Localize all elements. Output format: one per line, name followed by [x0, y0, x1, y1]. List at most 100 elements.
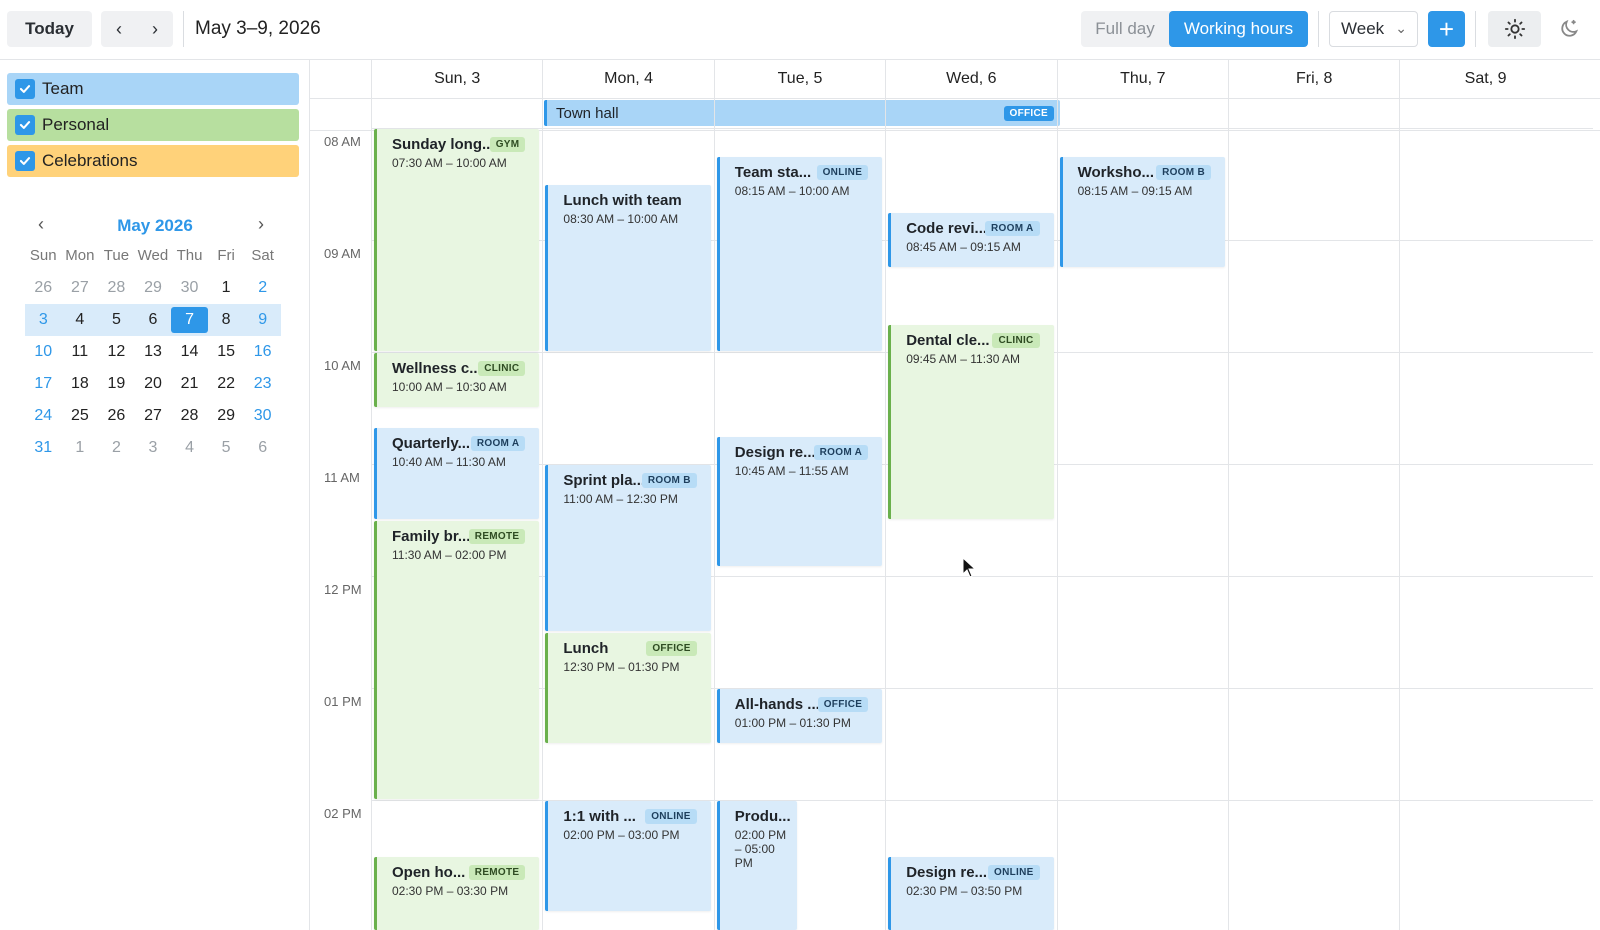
mini-day-cell[interactable]: 9: [244, 307, 281, 333]
view-select[interactable]: Week ⌄: [1329, 11, 1418, 47]
calendar-event[interactable]: Lunch 12:30 PM – 01:30 PM OFFICE: [545, 633, 711, 743]
event-time: 10:40 AM – 11:30 AM: [392, 455, 506, 470]
mini-day-cell[interactable]: 4: [171, 435, 208, 461]
mini-day-cell[interactable]: 13: [135, 339, 172, 365]
mini-day-cell[interactable]: 3: [25, 307, 62, 333]
checkbox-checked-icon[interactable]: [15, 151, 35, 171]
day-header[interactable]: Sat, 9: [1399, 60, 1570, 98]
next-week-button[interactable]: ›: [137, 11, 173, 47]
calendar-event[interactable]: Design re... 02:30 PM – 03:50 PM ONLINE: [888, 857, 1054, 930]
event-tag: GYM: [489, 137, 526, 152]
mini-calendar-grid: Sun Mon Tue Wed Thu Fri Sat 26 27 28 29 30 1 2 3 4 5 6 7 8 9…: [25, 240, 281, 464]
event-tag: REMOTE: [468, 529, 526, 544]
calendar-event[interactable]: Quarterly... 10:40 AM – 11:30 AM ROOM A: [374, 428, 540, 519]
event-time: 08:15 AM – 09:15 AM: [1077, 184, 1193, 198]
mini-day-cell[interactable]: 6: [244, 435, 281, 461]
mini-day-cell[interactable]: 30: [244, 403, 281, 429]
mini-day-cell[interactable]: 29: [135, 275, 172, 301]
mini-day-cell[interactable]: 2: [98, 435, 135, 461]
calendar-event[interactable]: Worksho... 08:15 AM – 09:15 AM ROOM B: [1059, 157, 1225, 267]
mini-day-cell[interactable]: 12: [98, 339, 135, 365]
calendar-event[interactable]: Family br... 11:30 AM – 02:00 PM REMOTE: [374, 521, 540, 799]
event-time: 10:00 AM – 10:30 AM: [392, 380, 507, 394]
event-time: 11:30 AM – 02:00 PM: [392, 548, 507, 562]
mini-day-cell[interactable]: 27: [62, 275, 99, 301]
add-event-button[interactable]: +: [1428, 11, 1465, 47]
calendar-item-team[interactable]: Team: [7, 73, 299, 105]
mini-day-cell[interactable]: 28: [171, 403, 208, 429]
calendar-item-celebrations[interactable]: Celebrations: [7, 145, 299, 177]
working-hours-option[interactable]: Working hours: [1169, 11, 1308, 47]
calendar-item-personal[interactable]: Personal: [7, 109, 299, 141]
calendar-event[interactable]: Sunday long... 07:30 AM – 10:00 AM GYM: [374, 129, 540, 351]
mini-day-cell[interactable]: 30: [171, 275, 208, 301]
calendar-event[interactable]: Team sta... 08:15 AM – 10:00 AM ONLINE: [716, 157, 883, 351]
mini-day-cell[interactable]: 5: [208, 435, 245, 461]
mini-day-cell[interactable]: 11: [62, 339, 99, 365]
mini-day-cell[interactable]: 31: [25, 435, 62, 461]
mini-day-cell[interactable]: 5: [98, 307, 135, 333]
mini-day-cell[interactable]: 7: [171, 307, 208, 333]
mini-next-month-button[interactable]: ›: [258, 214, 264, 235]
allday-event[interactable]: Town hall OFFICE: [544, 100, 1060, 126]
event-time: 02:30 PM – 03:50 PM: [906, 884, 1023, 898]
day-header[interactable]: Fri, 8: [1228, 60, 1399, 98]
calendar-event[interactable]: Dental cle... 09:45 AM – 11:30 AM CLINIC: [888, 325, 1054, 519]
mini-day-cell[interactable]: 26: [25, 275, 62, 301]
date-navigation: ‹ ›: [101, 11, 173, 47]
mini-day-cell[interactable]: 28: [98, 275, 135, 301]
calendar-event[interactable]: 1:1 with ... 02:00 PM – 03:00 PM ONLINE: [545, 801, 711, 911]
mini-day-cell[interactable]: 10: [25, 339, 62, 365]
calendar-item-label: Team: [42, 79, 84, 98]
sidebar: Team Personal Celebrations ‹ May 2026 › …: [0, 60, 310, 930]
calendar-event[interactable]: Wellness c... 10:00 AM – 10:30 AM CLINIC: [374, 353, 540, 407]
mini-day-cell[interactable]: 23: [244, 371, 281, 397]
mini-day-cell[interactable]: 20: [135, 371, 172, 397]
mini-day-cell[interactable]: 17: [25, 371, 62, 397]
mini-day-cell[interactable]: 8: [208, 307, 245, 333]
mini-day-cell[interactable]: 24: [25, 403, 62, 429]
mini-day-cell[interactable]: 18: [62, 371, 99, 397]
day-header[interactable]: Mon, 4: [542, 60, 713, 98]
mini-day-cell[interactable]: 15: [208, 339, 245, 365]
mini-day-cell[interactable]: 6: [135, 307, 172, 333]
day-header[interactable]: Thu, 7: [1056, 60, 1228, 98]
calendar-event[interactable]: Design re... 10:45 AM – 11:55 AM ROOM A: [716, 437, 883, 567]
calendar-event[interactable]: Open ho... 02:30 PM – 03:30 PM REMOTE: [374, 857, 540, 930]
mini-day-cell[interactable]: 19: [98, 371, 135, 397]
dark-theme-button[interactable]: [1542, 11, 1595, 47]
calendar-item-label: Celebrations: [42, 151, 138, 170]
checkbox-checked-icon[interactable]: [15, 79, 35, 99]
mini-day-cell[interactable]: 3: [135, 435, 172, 461]
calendar-event[interactable]: Sprint pla... 11:00 AM – 12:30 PM ROOM B: [545, 465, 711, 631]
mini-day-cell[interactable]: 16: [244, 339, 281, 365]
mini-day-cell[interactable]: 29: [208, 403, 245, 429]
event-tag: ROOM B: [641, 473, 697, 488]
mini-day-cell[interactable]: 2: [244, 275, 281, 301]
mini-day-cell[interactable]: 1: [62, 435, 99, 461]
previous-week-button[interactable]: ‹: [101, 11, 137, 47]
checkbox-checked-icon[interactable]: [15, 115, 35, 135]
mini-day-cell[interactable]: 14: [171, 339, 208, 365]
mini-day-cell[interactable]: 22: [208, 371, 245, 397]
day-header[interactable]: Sun, 3: [371, 60, 542, 98]
light-theme-button[interactable]: [1488, 11, 1541, 47]
today-button[interactable]: Today: [7, 11, 92, 47]
mini-day-cell[interactable]: 1: [208, 275, 245, 301]
day-header[interactable]: Wed, 6: [885, 60, 1056, 98]
calendar-event[interactable]: Lunch with team 08:30 AM – 10:00 AM: [545, 185, 711, 351]
mini-day-cell[interactable]: 21: [171, 371, 208, 397]
mini-calendar-header: ‹ May 2026 ›: [0, 210, 310, 240]
event-time: 08:15 AM – 10:00 AM: [734, 184, 850, 198]
calendar-event[interactable]: All-hands ... 01:00 PM – 01:30 PM OFFICE: [716, 689, 883, 743]
event-time: 02:00 PM – 03:00 PM: [563, 828, 680, 842]
day-header[interactable]: Tue, 5: [713, 60, 885, 98]
mini-day-cell[interactable]: 25: [62, 403, 99, 429]
event-tag: ROOM A: [813, 445, 869, 460]
calendar-event[interactable]: Produ... 02:00 PM – 05:00 PM: [716, 801, 797, 930]
mini-day-cell[interactable]: 26: [98, 403, 135, 429]
mini-day-cell[interactable]: 4: [62, 307, 99, 333]
full-day-option[interactable]: Full day: [1081, 11, 1169, 47]
calendar-event[interactable]: Code revi... 08:45 AM – 09:15 AM ROOM A: [888, 213, 1054, 267]
mini-day-cell[interactable]: 27: [135, 403, 172, 429]
